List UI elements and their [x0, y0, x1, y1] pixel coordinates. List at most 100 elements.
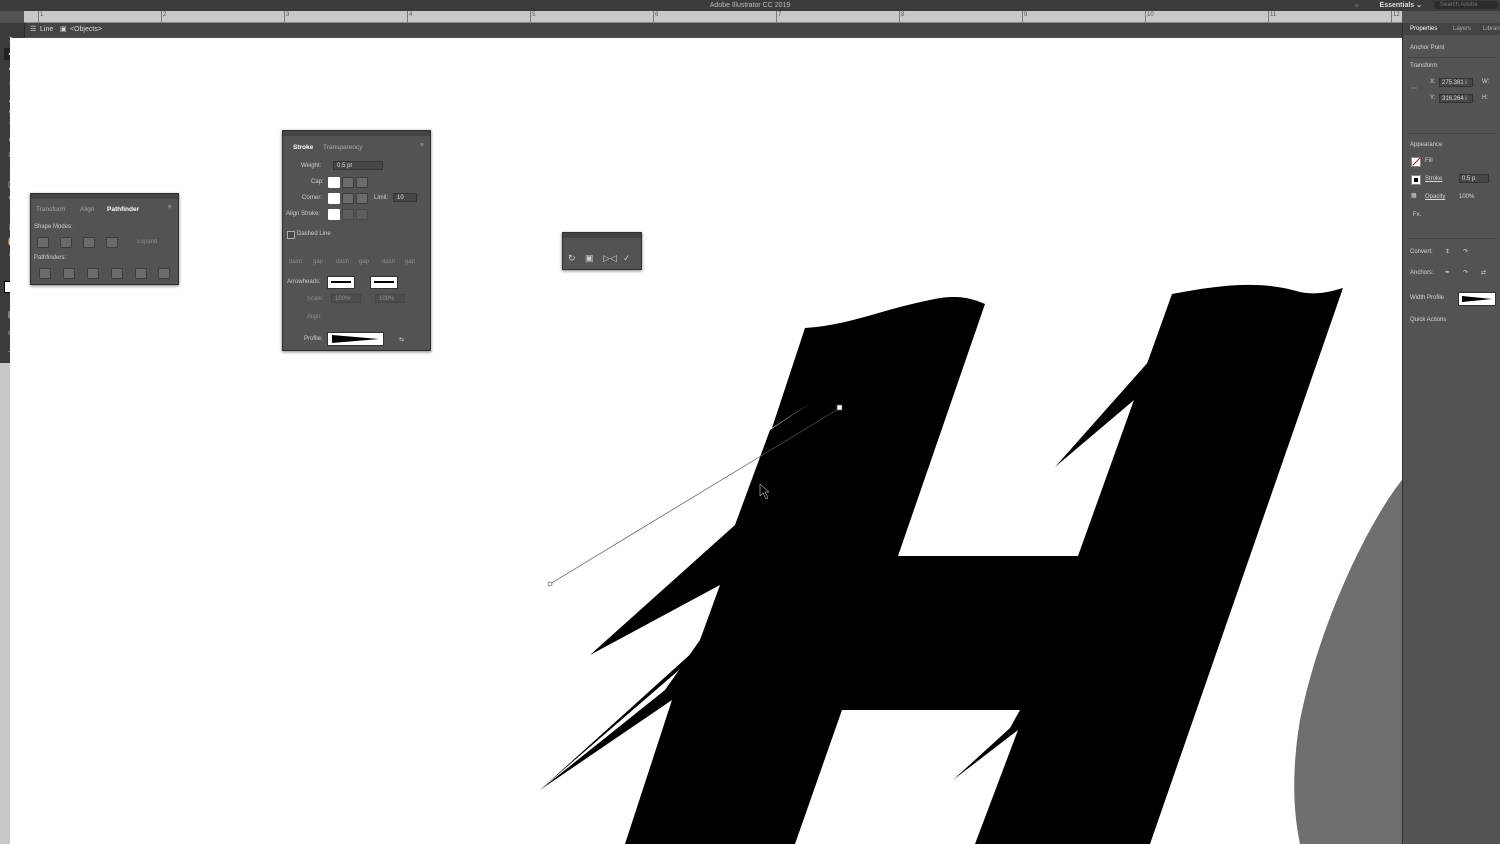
- weight-field[interactable]: 0.5 pt: [333, 161, 383, 170]
- artwork[interactable]: [10, 38, 1402, 844]
- start-scale-field[interactable]: 100%: [331, 294, 361, 303]
- ruler-tick-label: 5: [532, 12, 536, 18]
- vertical-ruler[interactable]: [0, 363, 10, 844]
- panel-menu-icon[interactable]: ≡: [420, 142, 424, 149]
- expand-button[interactable]: Expand: [137, 239, 157, 245]
- appearance-header: Appearance: [1410, 142, 1443, 148]
- search-field[interactable]: Search Adobe: [1434, 1, 1498, 9]
- end-scale-field[interactable]: 100%: [375, 294, 405, 303]
- ruler-tick-label: 10: [1147, 12, 1154, 18]
- tab-properties[interactable]: Properties: [1410, 23, 1437, 35]
- opacity-value[interactable]: 100%: [1459, 194, 1474, 200]
- limit-field[interactable]: 10: [393, 193, 417, 202]
- align-outside-button[interactable]: [356, 209, 368, 220]
- tab-libraries[interactable]: Libraries: [1483, 23, 1500, 35]
- width-profile-icon: [332, 335, 379, 343]
- convert-corner-icon[interactable]: ↥: [1445, 248, 1450, 255]
- start-arrowhead-select[interactable]: [327, 276, 355, 289]
- selection-type: Anchor Point: [1410, 45, 1445, 51]
- unite-button[interactable]: [37, 237, 49, 248]
- intersect-button[interactable]: [83, 237, 95, 248]
- dashed-line-checkbox[interactable]: [287, 231, 295, 239]
- lightbulb-icon[interactable]: ☼: [1354, 0, 1360, 11]
- rotate-icon[interactable]: ↻: [568, 253, 576, 264]
- tab-transform[interactable]: Transform: [36, 206, 65, 213]
- convert-smooth-icon[interactable]: ↷: [1463, 248, 1468, 255]
- crop-button[interactable]: [111, 268, 123, 279]
- trim-button[interactable]: [63, 268, 75, 279]
- align-center-button[interactable]: [328, 209, 340, 220]
- minus-front-button[interactable]: [60, 237, 72, 248]
- miter-join-button[interactable]: [328, 193, 340, 204]
- bevel-join-button[interactable]: [356, 193, 368, 204]
- remove-anchor-icon[interactable]: ✒: [1445, 269, 1450, 276]
- scale-icon[interactable]: ▣: [585, 253, 594, 264]
- ruler-tick-label: 4: [409, 12, 413, 18]
- tab-align[interactable]: Align: [80, 206, 94, 213]
- breadcrumb-object[interactable]: <Objects>: [70, 23, 102, 37]
- round-cap-button[interactable]: [342, 177, 354, 188]
- align-arrowhead-label: Align:: [307, 314, 323, 320]
- x-label: X:: [1430, 79, 1436, 85]
- stroke-link[interactable]: Stroke: [1425, 176, 1442, 182]
- ruler-tick-label: 8: [901, 12, 905, 18]
- butt-cap-button[interactable]: [328, 177, 340, 188]
- align-stroke-label: Align Stroke:: [286, 211, 321, 217]
- opacity-icon: ▦: [1411, 193, 1417, 199]
- projecting-cap-button[interactable]: [356, 177, 368, 188]
- reflect-icon[interactable]: ▷◁: [603, 253, 617, 264]
- connect-icon[interactable]: ⇄: [1481, 269, 1486, 276]
- h-label: H:: [1482, 95, 1488, 101]
- limit-label: Limit:: [374, 195, 389, 201]
- panel-grip[interactable]: [31, 194, 178, 199]
- x-field[interactable]: 275.381 i: [1439, 78, 1473, 87]
- x-value: 275.381 i: [1442, 80, 1467, 86]
- tab-layers[interactable]: Layers: [1453, 23, 1471, 35]
- align-inside-button[interactable]: [342, 209, 354, 220]
- horizontal-ruler[interactable]: 1 2 3 4 5 6 7 8 9 10 11 12: [24, 11, 1402, 23]
- exclude-button[interactable]: [106, 237, 118, 248]
- stroke-panel: Stroke Transparency ≡ Weight: 0.5 pt Cap…: [282, 130, 431, 351]
- ruler-tick-label: 1: [40, 12, 44, 18]
- stroke-color-swatch[interactable]: [1411, 175, 1421, 185]
- minus-back-button[interactable]: [158, 268, 170, 279]
- width-profile-preview-icon: [1462, 296, 1492, 302]
- dash-label-3: dash: [382, 259, 396, 265]
- ruler-tick-label: 6: [655, 12, 659, 18]
- tab-pathfinder[interactable]: Pathfinder: [107, 206, 139, 213]
- divide-button[interactable]: [39, 268, 51, 279]
- artboard-canvas[interactable]: [10, 38, 1402, 844]
- group-icon: ▣: [60, 26, 67, 33]
- properties-panel: Properties Layers Libraries Anchor Point…: [1402, 23, 1500, 844]
- effects-button[interactable]: Fx.: [1413, 212, 1421, 218]
- fill-none-swatch[interactable]: [1411, 157, 1421, 167]
- merge-button[interactable]: [87, 268, 99, 279]
- tab-transparency[interactable]: Transparency: [323, 144, 363, 151]
- pathfinders-label: Pathfinders:: [34, 255, 67, 261]
- properties-width-profile-select[interactable]: [1458, 292, 1496, 306]
- opacity-link[interactable]: Opacity: [1425, 194, 1445, 200]
- dash-gap-fields: dash gap dash gap dash gap: [287, 245, 425, 267]
- breadcrumb-layer[interactable]: Line: [40, 23, 53, 37]
- flip-along-icon[interactable]: ⇆: [399, 336, 404, 343]
- end-scale-value: 100%: [379, 296, 395, 302]
- shear-icon[interactable]: ✓: [623, 253, 631, 264]
- cap-label: Cap:: [311, 179, 324, 185]
- round-join-button[interactable]: [342, 193, 354, 204]
- reference-point-icon[interactable]: ⋯: [1411, 85, 1417, 92]
- tab-stroke[interactable]: Stroke: [293, 144, 313, 151]
- divider: [1407, 57, 1497, 58]
- workspace-switcher[interactable]: Essentials ⌄: [1380, 0, 1422, 11]
- panel-menu-icon[interactable]: ≡: [168, 204, 172, 211]
- pathfinder-panel: Transform Align Pathfinder ≡ Shape Modes…: [30, 193, 179, 285]
- ruler-tick-label: 7: [778, 12, 782, 18]
- y-field[interactable]: 316.264 i: [1439, 94, 1473, 103]
- cut-path-icon[interactable]: ↷: [1463, 269, 1468, 276]
- ruler-tick-label: 12: [1393, 12, 1400, 18]
- panel-grip[interactable]: [563, 233, 641, 238]
- stroke-weight-field[interactable]: 0.5 p: [1459, 174, 1489, 183]
- outline-button[interactable]: [135, 268, 147, 279]
- end-arrowhead-select[interactable]: [370, 276, 398, 289]
- width-profile-select[interactable]: [327, 332, 384, 346]
- panel-grip[interactable]: [283, 131, 430, 136]
